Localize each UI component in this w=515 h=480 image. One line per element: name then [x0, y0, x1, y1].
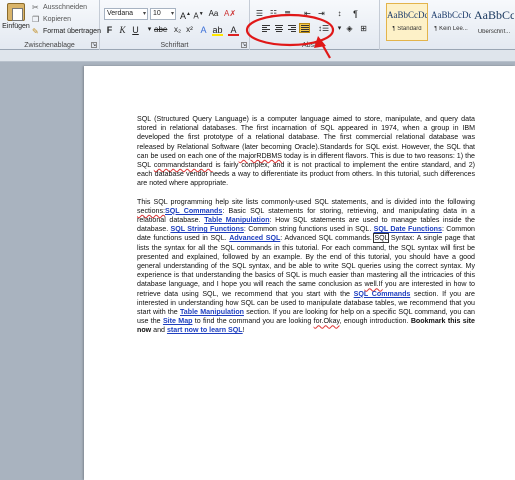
shrink-font-icon[interactable]: A▼ [193, 8, 204, 21]
font-dialog-launcher-icon[interactable]: ↘ [241, 42, 247, 48]
font-family-select[interactable]: Verdana ▾ [104, 8, 148, 20]
document-page[interactable]: SQL (Structured Query Language) is a com… [84, 66, 515, 480]
link-sql-commands[interactable]: SQL Commands [165, 207, 222, 215]
link-sql-date-functions[interactable]: SQL Date Functions [374, 225, 442, 233]
document-body[interactable]: SQL (Structured Query Language) is a com… [137, 115, 475, 345]
text-run: , enough introduction. [339, 317, 411, 326]
italic-button[interactable]: K [117, 24, 128, 36]
line-spacing-icon[interactable]: ↕☰ [318, 23, 329, 35]
link-sql-commands[interactable]: SQL Commands [354, 290, 411, 298]
justify-button[interactable] [299, 23, 310, 33]
style-sample: AaBbCcDc [387, 10, 427, 20]
highlight-icon[interactable]: ab [212, 24, 223, 36]
decrease-indent-icon[interactable]: ⇤ [302, 8, 313, 20]
text-run: and [151, 326, 167, 335]
sort-icon[interactable]: ↕ [334, 8, 345, 20]
font-color-icon[interactable]: A [228, 24, 239, 36]
align-left-button[interactable] [260, 23, 271, 33]
text-run: to find the command you are looking [192, 317, 314, 326]
paste-label: Einfügen [2, 23, 30, 30]
style-name: ¶ Standard [392, 26, 422, 32]
change-case-icon[interactable]: Aa [208, 8, 219, 20]
format-painter-label: Format übertragen [43, 28, 101, 35]
clear-formatting-icon[interactable]: A✗ [224, 8, 236, 20]
style-heading[interactable]: AaBbCc Überschrif... [473, 3, 515, 41]
text-run: : Advanced SQL commands. [280, 234, 375, 243]
link-start-learning[interactable]: start now to learn SQL [167, 326, 243, 334]
cut-button[interactable]: ✂ Ausschneiden [32, 2, 87, 13]
numbering-icon[interactable]: ☷ [268, 8, 279, 20]
clipboard-dialog-launcher-icon[interactable]: ↘ [91, 42, 97, 48]
paragraph-group: ☰ ☷ ≣ ⇤ ⇥ ↕ ¶ ↕☰ ▾ ◈ ⊞ Absa [250, 0, 380, 50]
style-sample: AaBbCc [474, 8, 514, 22]
link-site-map[interactable]: Site Map [163, 317, 193, 325]
increase-indent-icon[interactable]: ⇥ [316, 8, 327, 20]
spelling-error: majorRDBMS [238, 151, 282, 160]
spelling-error: for.Okay [313, 317, 340, 326]
copy-icon: ❐ [32, 14, 40, 24]
style-no-spacing[interactable]: AaBbCcDc ¶ Kein Lee... [430, 3, 472, 41]
font-group: Verdana ▾ 10 ▾ A▲ A▼ Aa A✗ F K U ▾ abe x… [100, 0, 250, 50]
paintbrush-icon: ✎ [32, 26, 39, 36]
font-size-select[interactable]: 10 ▾ [150, 8, 176, 20]
subscript-icon[interactable]: x₂ [172, 24, 183, 36]
text-run: : Common string functions used in SQL. [243, 225, 374, 234]
paste-button[interactable]: Einfügen [2, 3, 30, 37]
text-effects-icon[interactable]: A [198, 24, 209, 36]
spelling-error: commandstandard [153, 161, 213, 170]
chevron-down-icon: ▾ [170, 11, 174, 17]
link-table-manipulation[interactable]: Table Manipulation [180, 308, 244, 316]
style-sample: AaBbCcDc [431, 10, 471, 20]
link-advanced-sql[interactable]: Advanced SQL [229, 234, 280, 242]
copy-button[interactable]: ❐ Kopieren [32, 14, 71, 25]
paragraph-1[interactable]: SQL (Structured Query Language) is a com… [137, 115, 475, 189]
font-size-value: 10 [153, 10, 161, 17]
chevron-down-icon: ▾ [142, 11, 146, 17]
link-table-manipulation[interactable]: Table Manipulation [204, 216, 269, 224]
clipboard-group-label: Zwischenablage [24, 42, 75, 49]
style-name: ¶ Kein Lee... [434, 26, 468, 32]
shading-icon[interactable]: ◈ [344, 23, 355, 35]
bullets-icon[interactable]: ☰ [254, 8, 265, 20]
font-group-label: Schriftart [160, 42, 189, 49]
superscript-icon[interactable]: x² [184, 24, 195, 36]
multilevel-list-icon[interactable]: ≣ [282, 8, 293, 20]
style-standard[interactable]: AaBbCcDc ¶ Standard [386, 3, 428, 41]
text-run: ! [242, 326, 245, 335]
clipboard-icon [7, 3, 25, 21]
text-run: This SQL programming help site lists com… [137, 197, 475, 206]
clipboard-group: Einfügen ✂ Ausschneiden ❐ Kopieren ✎ For… [0, 0, 101, 50]
paragraph-2[interactable]: This SQL programming help site lists com… [137, 198, 475, 336]
styles-group: AaBbCcDc ¶ Standard AaBbCcDc ¶ Kein Lee.… [380, 0, 515, 50]
underline-button[interactable]: U [130, 24, 141, 36]
show-formatting-icon[interactable]: ¶ [350, 8, 361, 20]
align-center-button[interactable] [273, 23, 284, 33]
ribbon: Einfügen ✂ Ausschneiden ❐ Kopieren ✎ For… [0, 0, 515, 50]
style-name: Überschrif... [477, 29, 511, 35]
grow-font-icon[interactable]: A▲ [180, 8, 191, 21]
scissors-icon: ✂ [32, 2, 39, 12]
horizontal-ruler [0, 50, 515, 62]
font-family-value: Verdana [107, 10, 134, 17]
spelling-error: sections: [137, 206, 165, 215]
strikethrough-icon[interactable]: abe [154, 24, 167, 36]
cut-label: Ausschneiden [43, 4, 87, 11]
text-cursor-word: SQL [373, 233, 390, 244]
spelling-error: well.If [364, 280, 383, 289]
format-painter-button[interactable]: ✎ Format übertragen [32, 26, 101, 37]
align-right-button[interactable] [286, 23, 297, 33]
copy-label: Kopieren [43, 16, 72, 23]
borders-icon[interactable]: ⊞ [358, 23, 369, 35]
bold-button[interactable]: F [104, 24, 115, 36]
link-sql-string-functions[interactable]: SQL String Functions [170, 225, 243, 233]
paragraph-group-label: Absa [302, 42, 318, 49]
